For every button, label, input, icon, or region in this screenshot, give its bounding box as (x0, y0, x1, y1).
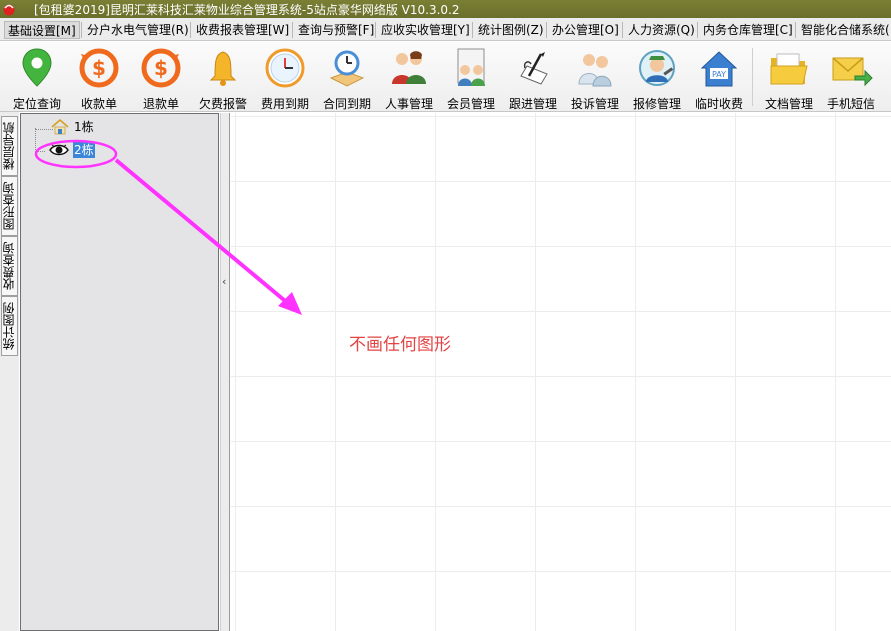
menu-receivables[interactable]: 应收实收管理[Y] (378, 21, 473, 39)
repair-button[interactable]: 报修管理 (626, 44, 688, 111)
panel-splitter[interactable]: ‹ (220, 113, 230, 631)
menu-statistics[interactable]: 统计图例(Z) (475, 21, 547, 39)
menu-smart-storage[interactable]: 智能化合储系统( (798, 21, 891, 39)
members-button[interactable]: 会员管理 (440, 44, 502, 111)
tree-node-label: 2栋 (73, 142, 95, 158)
folder-icon (770, 53, 808, 85)
menu-hr[interactable]: 人力资源(Q) (625, 21, 698, 39)
refund-dollar-icon: $ (141, 48, 181, 88)
floor-plan-canvas[interactable] (231, 113, 891, 631)
tab-statistics-legend[interactable]: 统计图例 (1, 296, 18, 356)
sms-button[interactable]: 手机短信 (820, 44, 882, 111)
members-icon (457, 48, 485, 86)
menu-separator (697, 22, 698, 38)
contract-clock-icon (329, 50, 365, 87)
documents-button[interactable]: 文档管理 (758, 44, 820, 111)
temp-fee-house-icon: PAY (700, 51, 738, 87)
toolbar-label: 临时收费 (694, 97, 743, 111)
tree-connector (35, 128, 36, 152)
title-bar: [包租婆2019]昆明汇莱科技汇莱物业综合管理系统-5站点豪华网络版 V10.3… (0, 0, 891, 18)
repair-icon (639, 50, 675, 86)
clock-icon (265, 48, 305, 88)
menu-separator (795, 22, 796, 38)
followup-icon (520, 52, 548, 85)
menu-basic-settings[interactable]: 基础设置[M] (4, 21, 80, 39)
toolbar-separator (752, 48, 753, 106)
toolbar-label: 报修管理 (632, 97, 681, 111)
menu-separator (81, 22, 82, 38)
menu-separator (292, 22, 293, 38)
menu-query-warning[interactable]: 查询与预警[F] (295, 21, 377, 39)
menu-warehouse[interactable]: 内务仓库管理[C] (700, 21, 796, 39)
tab-floor-navigation[interactable]: 楼层导航 (1, 116, 18, 176)
toolbar-label: 投诉管理 (570, 97, 619, 111)
menu-separator (472, 22, 473, 38)
svg-text:$: $ (92, 56, 106, 80)
menu-fee-reports[interactable]: 收费报表管理[W] (193, 21, 292, 39)
toolbar-label: 退款单 (142, 97, 179, 111)
menu-separator (190, 22, 191, 38)
receipt-button[interactable]: $ 收款单 (68, 44, 130, 111)
svg-text:$: $ (154, 56, 168, 80)
side-tab-strip: 楼层导航 图形查询 收费查询 统计图例 (0, 112, 19, 631)
collapse-arrow-icon[interactable]: ‹ (222, 275, 226, 288)
toolbar-label: 手机短信 (826, 97, 875, 111)
refund-button[interactable]: $ 退款单 (130, 44, 192, 111)
menu-bar: 基础设置[M] 分户水电气管理(R) 收费报表管理[W] 查询与预警[F] 应收… (0, 18, 891, 41)
toolbar-label: 合同到期 (322, 97, 371, 111)
toolbar-label: 欠费报警 (198, 97, 247, 111)
tree-node-label: 1栋 (74, 120, 94, 134)
toolbar-label: 收款单 (80, 97, 117, 111)
contract-expiry-button[interactable]: 合同到期 (316, 44, 378, 111)
temp-fee-button[interactable]: PAY 临时收费 (688, 44, 750, 111)
sms-envelope-icon (832, 57, 873, 87)
building-tree: 1栋 2栋 (20, 113, 219, 631)
toolbar-label: 会员管理 (446, 97, 495, 111)
menu-utility-management[interactable]: 分户水电气管理(R) (84, 21, 192, 39)
svg-text:PAY: PAY (712, 70, 726, 79)
tab-graphic-query[interactable]: 图形查询 (1, 176, 18, 236)
bell-icon (209, 51, 237, 86)
personnel-icon (392, 51, 426, 84)
toolbar-label: 费用到期 (260, 97, 309, 111)
tree-node-building-2[interactable]: 2栋 (49, 142, 109, 160)
toolbar-label: 跟进管理 (508, 97, 557, 111)
toolbar: 定位查询 $ 收款单 $ 退款单 欠费报警 费用到期 合同到期 人事管理 会员管… (0, 42, 891, 112)
window-title: [包租婆2019]昆明汇莱科技汇莱物业综合管理系统-5站点豪华网络版 V10.3… (34, 3, 460, 17)
arrears-alarm-button[interactable]: 欠费报警 (192, 44, 254, 111)
fee-expiry-button[interactable]: 费用到期 (254, 44, 316, 111)
toolbar-label: 定位查询 (12, 97, 61, 111)
personnel-button[interactable]: 人事管理 (378, 44, 440, 111)
tree-connector (35, 151, 45, 152)
tab-fee-query[interactable]: 收费查询 (1, 236, 18, 296)
toolbar-label: 文档管理 (764, 97, 813, 111)
toolbar-label: 人事管理 (384, 97, 433, 111)
followup-button[interactable]: 跟进管理 (502, 44, 564, 111)
tree-node-building-1[interactable]: 1栋 (51, 119, 111, 137)
building-icon (51, 119, 69, 135)
annotation-text: 不画任何图形 (349, 335, 451, 355)
menu-separator (622, 22, 623, 38)
menu-separator (375, 22, 376, 38)
menu-separator (546, 22, 547, 38)
complaint-icon (578, 54, 612, 87)
locate-query-button[interactable]: 定位查询 (6, 44, 68, 111)
receipt-dollar-icon: $ (79, 48, 119, 88)
location-pin-icon (22, 48, 52, 87)
app-logo-icon (3, 4, 15, 16)
menu-office[interactable]: 办公管理[O] (549, 21, 622, 39)
eye-icon (49, 144, 69, 156)
complaint-button[interactable]: 投诉管理 (564, 44, 626, 111)
